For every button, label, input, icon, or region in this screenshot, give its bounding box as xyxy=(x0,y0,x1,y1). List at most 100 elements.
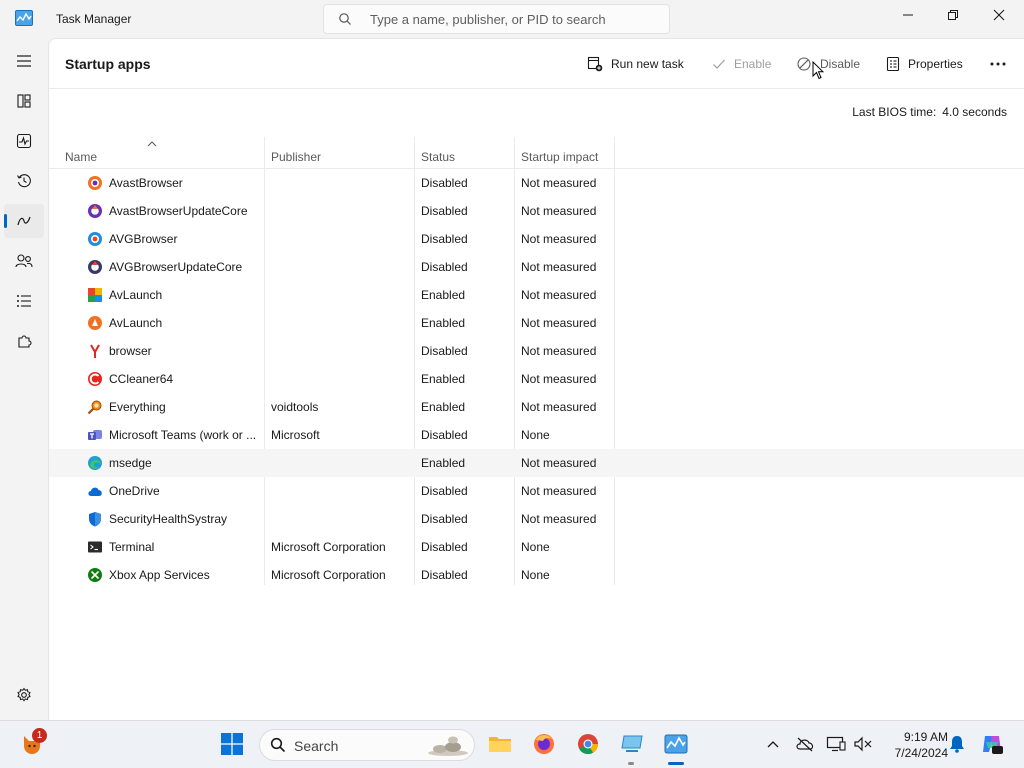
notifications-button[interactable] xyxy=(944,731,970,757)
minimize-button[interactable] xyxy=(885,0,931,30)
table-row[interactable]: Microsoft Teams (work or ... Microsoft Dis… xyxy=(49,421,1024,449)
display-tray-button[interactable] xyxy=(823,731,849,757)
column-header-name[interactable]: Name xyxy=(65,150,97,164)
bios-value: 4.0 seconds xyxy=(942,105,1007,119)
performance-icon xyxy=(16,133,32,149)
table-row[interactable]: AvastBrowser Disabled Not measured xyxy=(49,169,1024,197)
main-panel: Startup apps Run new task Enable Disable xyxy=(48,38,1024,720)
restore-icon xyxy=(948,10,958,20)
taskbar-clock[interactable]: 9:19 AM 7/24/2024 xyxy=(878,729,948,761)
close-button[interactable] xyxy=(976,0,1022,30)
properties-button[interactable]: Properties xyxy=(886,51,963,77)
command-bar: Startup apps Run new task Enable Disable xyxy=(49,39,1024,89)
cell-publisher: Microsoft Corporation xyxy=(271,540,386,554)
cell-status: Disabled xyxy=(421,204,468,218)
table-row[interactable]: Terminal Microsoft Corporation Disabled Non… xyxy=(49,533,1024,561)
volume-tray-button[interactable] xyxy=(850,731,876,757)
nav-performance[interactable] xyxy=(4,124,44,158)
avast-launch-icon xyxy=(88,316,102,330)
table-row[interactable]: OneDrive Disabled Not measured xyxy=(49,477,1024,505)
title-bar: Task Manager Type a name, publisher, or … xyxy=(0,0,1024,38)
nav-processes[interactable] xyxy=(4,84,44,118)
cell-name: Everything xyxy=(109,400,166,414)
copilot-icon xyxy=(983,736,1003,754)
table-row[interactable]: AVGBrowser Disabled Not measured xyxy=(49,225,1024,253)
table-row[interactable]: AvLaunch Enabled Not measured xyxy=(49,281,1024,309)
cell-status: Enabled xyxy=(421,372,466,386)
avast-browser-icon xyxy=(88,176,102,190)
table-row[interactable]: browser Disabled Not measured xyxy=(49,337,1024,365)
start-button[interactable] xyxy=(219,731,245,757)
cell-status: Disabled xyxy=(421,344,468,358)
cell-startup-impact: None xyxy=(521,428,550,442)
nav-services[interactable] xyxy=(4,324,44,358)
cell-status: Disabled xyxy=(421,568,468,582)
column-header-startup-impact[interactable]: Startup impact xyxy=(521,150,598,164)
restore-button[interactable] xyxy=(930,0,976,30)
yandex-browser-icon xyxy=(90,344,100,358)
nav-users[interactable] xyxy=(4,244,44,278)
avast-update-icon xyxy=(88,204,102,218)
table-row[interactable]: Xbox App Services Microsoft Corporation Di… xyxy=(49,561,1024,589)
copilot-button[interactable] xyxy=(979,731,1005,757)
processes-icon xyxy=(17,94,31,108)
avg-update-icon xyxy=(88,260,102,274)
cell-status: Disabled xyxy=(421,428,468,442)
taskbar-search[interactable]: Search xyxy=(259,729,475,761)
cell-publisher: voidtools xyxy=(271,400,319,414)
xbox-icon xyxy=(88,568,102,582)
run-new-task-button[interactable]: Run new task xyxy=(587,51,684,77)
onedrive-icon xyxy=(88,487,102,496)
table-row[interactable]: AVGBrowserUpdateCore Disabled Not measured xyxy=(49,253,1024,281)
table-row[interactable]: SecurityHealthSystray Disabled Not measure… xyxy=(49,505,1024,533)
table-row[interactable]: AvLaunch Enabled Not measured xyxy=(49,309,1024,337)
more-options-button[interactable] xyxy=(989,51,1015,77)
cell-name: AvLaunch xyxy=(109,316,163,330)
disable-label: Disable xyxy=(820,57,861,71)
search-icon xyxy=(339,13,351,25)
disable-button[interactable]: Disable xyxy=(796,51,860,77)
cell-name: CCleaner64 xyxy=(109,372,174,386)
gear-icon xyxy=(17,687,31,702)
table-row[interactable]: Everything voidtools Enabled Not measured xyxy=(49,393,1024,421)
clock-time: 9:19 AM xyxy=(903,730,948,744)
cell-name: Microsoft Teams (work or ... xyxy=(109,428,257,442)
search-input[interactable]: Type a name, publisher, or PID to search xyxy=(323,4,670,34)
search-icon xyxy=(270,737,286,753)
chrome-button[interactable] xyxy=(575,731,601,757)
enable-label: Enable xyxy=(734,57,772,71)
teams-icon xyxy=(88,430,102,440)
table-row[interactable]: CCleaner64 Enabled Not measured xyxy=(49,365,1024,393)
run-new-task-icon xyxy=(587,56,603,72)
task-manager-taskbar-button[interactable] xyxy=(663,731,689,757)
file-explorer-button[interactable] xyxy=(487,731,513,757)
clock-date: 7/24/2024 xyxy=(894,746,948,760)
firefox-button[interactable] xyxy=(531,731,557,757)
cell-name: browser xyxy=(109,344,152,358)
task-manager-app-icon xyxy=(15,10,33,26)
column-header-publisher[interactable]: Publisher xyxy=(271,150,321,164)
cell-startup-impact: Not measured xyxy=(521,204,597,218)
show-hidden-icons-button[interactable] xyxy=(760,731,786,757)
cell-startup-impact: None xyxy=(521,540,550,554)
hamburger-menu-button[interactable] xyxy=(4,44,44,78)
enable-button[interactable]: Enable xyxy=(712,51,771,77)
nav-startup-apps[interactable] xyxy=(4,204,44,238)
nav-details[interactable] xyxy=(4,284,44,318)
cloud-sync-tray-button[interactable] xyxy=(792,731,818,757)
column-header-status[interactable]: Status xyxy=(421,150,455,164)
avg-browser-icon xyxy=(88,232,102,246)
nav-settings[interactable] xyxy=(4,678,44,712)
cell-name: msedge xyxy=(109,456,152,470)
table-row[interactable]: AvastBrowserUpdateCore Disabled Not measur… xyxy=(49,197,1024,225)
cell-startup-impact: Not measured xyxy=(521,484,597,498)
cell-name: AvLaunch xyxy=(109,288,163,302)
remote-app-button[interactable] xyxy=(619,731,645,757)
bios-time: Last BIOS time: 4.0 seconds xyxy=(852,105,1007,119)
cell-status: Enabled xyxy=(421,400,466,414)
table-row[interactable]: msedge Enabled Not measured xyxy=(49,449,1024,477)
running-indicator xyxy=(628,762,634,765)
chrome-icon xyxy=(578,734,599,755)
avg-launch-icon xyxy=(88,288,102,302)
nav-app-history[interactable] xyxy=(4,164,44,198)
